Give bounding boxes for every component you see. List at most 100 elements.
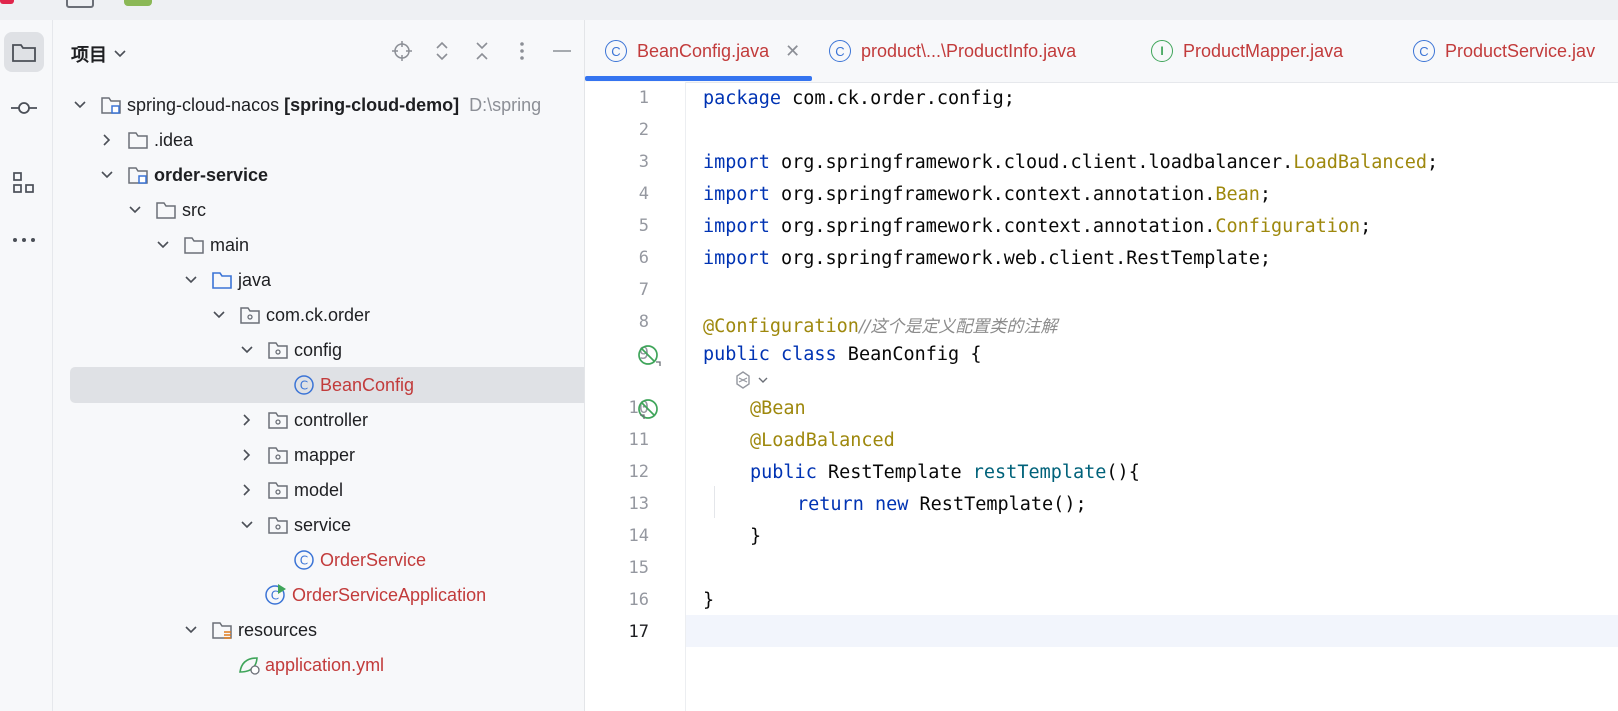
code-line-1[interactable]: package com.ck.order.config; [703, 88, 1015, 109]
tree-item-label: config [294, 339, 343, 360]
code-line-8[interactable]: @Configuration//这个是定义配置类的注解 [703, 312, 1057, 337]
chevron-down-icon[interactable] [154, 236, 172, 254]
code-token: Bean [1215, 184, 1260, 205]
collapse-icon [476, 42, 488, 60]
line-number: 1 [638, 88, 649, 108]
tree-item-label: .idea [154, 129, 194, 150]
project-badge-icon[interactable] [124, 0, 152, 6]
chevron-down-icon [758, 377, 768, 383]
tree-item-label: java [238, 269, 272, 290]
module-folder-icon [126, 164, 150, 186]
project-view-selector[interactable]: 项目 [71, 41, 127, 67]
code-line-3[interactable]: import org.springframework.cloud.client.… [703, 152, 1438, 173]
line-number: 7 [638, 280, 649, 300]
chevron-down-icon[interactable] [210, 306, 228, 324]
collapse-all-button[interactable] [471, 40, 493, 62]
code-token: (){ [1106, 462, 1140, 483]
tree-item-order-service[interactable]: order-service [53, 157, 628, 193]
chevron-down-icon[interactable] [126, 201, 144, 219]
code-token: public [750, 462, 817, 483]
line-number: 2 [638, 120, 649, 140]
code-line-5[interactable]: import org.springframework.context.annot… [703, 216, 1371, 237]
code-line-12[interactable]: public RestTemplate restTemplate(){ [750, 462, 1140, 483]
tab-productservice[interactable]: C ProductService.jav [1413, 20, 1595, 82]
project-panel-title: 项目 [71, 45, 107, 65]
spring-bean-gutter-icon[interactable] [637, 397, 661, 421]
chevron-down-icon[interactable] [182, 271, 200, 289]
tree-item-label: spring-cloud-nacos [127, 94, 280, 115]
code-token: class [780, 344, 837, 365]
locate-file-button[interactable] [391, 40, 413, 62]
close-icon[interactable]: ✕ [785, 41, 800, 62]
expand-icon [436, 41, 448, 61]
tree-item-label: service [294, 514, 352, 535]
code-token: org.springframework.context.annotation. [769, 184, 1216, 205]
indent-guide [714, 486, 715, 518]
code-line-16[interactable]: } [703, 590, 714, 611]
tree-item-label: resources [238, 619, 318, 640]
hide-panel-button[interactable] [551, 40, 573, 62]
chevron-down-icon[interactable] [238, 516, 256, 534]
main-menu-icon[interactable] [66, 0, 94, 8]
commit-tool-button[interactable] [4, 88, 44, 128]
tab-productinfo[interactable]: C product\...\ProductInfo.java [829, 20, 1076, 82]
tree-item-label: mapper [294, 444, 356, 465]
chevron-right-icon[interactable] [238, 446, 256, 464]
code-line-6[interactable]: import org.springframework.web.client.Re… [703, 248, 1271, 269]
tab-beanconfig[interactable]: C BeanConfig.java ✕ [605, 20, 800, 82]
chevron-down-icon[interactable] [98, 166, 116, 184]
code-token: import [703, 216, 770, 237]
code-line-9[interactable]: public class BeanConfig { [703, 344, 981, 365]
line-number: 4 [638, 184, 649, 204]
tree-item-label: order-service [154, 164, 269, 185]
package-icon [266, 479, 290, 501]
code-token: org.springframework.context.annotation. [769, 216, 1216, 237]
tree-item-project-root[interactable]: spring-cloud-nacos [spring-cloud-demo] D… [53, 87, 601, 123]
code-token: import [703, 152, 770, 173]
tab-productmapper[interactable]: I ProductMapper.java [1151, 20, 1343, 82]
tree-item-idea[interactable]: .idea [53, 122, 628, 158]
current-line-highlight [585, 615, 1618, 647]
tab-label: BeanConfig.java [637, 40, 770, 61]
spring-bean-gutter-icon[interactable] [637, 343, 661, 367]
package-icon [238, 304, 262, 326]
class-icon: C [1413, 40, 1435, 62]
code-line-10[interactable]: @Bean [750, 398, 806, 419]
tree-item-label: src [182, 199, 206, 220]
tree-item-label: controller [294, 409, 369, 430]
code-line-14[interactable]: } [750, 526, 761, 547]
code-line-4[interactable]: import org.springframework.context.annot… [703, 184, 1271, 205]
project-tool-button[interactable] [4, 32, 44, 72]
ai-assist-inlay[interactable] [733, 370, 769, 390]
line-number: 15 [628, 558, 649, 578]
chevron-down-icon[interactable] [182, 621, 200, 639]
tree-item-label: com.ck.order [266, 304, 371, 325]
package-icon [266, 339, 290, 361]
structure-tool-button[interactable] [4, 163, 44, 203]
package-icon [266, 409, 290, 431]
options-button[interactable] [511, 40, 533, 62]
chevron-right-icon[interactable] [98, 131, 116, 149]
folder-icon [12, 44, 36, 62]
chevron-right-icon[interactable] [238, 481, 256, 499]
line-number: 3 [638, 152, 649, 172]
tab-label: product\...\ProductInfo.java [861, 40, 1077, 61]
active-tab-indicator [585, 76, 812, 81]
crosshair-icon [392, 41, 412, 61]
code-line-11[interactable]: @LoadBalanced [750, 430, 895, 451]
tree-item-src[interactable]: src [53, 192, 656, 228]
code-token: @LoadBalanced [750, 430, 895, 451]
spring-boot-app-icon: C [264, 584, 288, 606]
expand-all-button[interactable] [431, 40, 453, 62]
code-token: BeanConfig { [836, 344, 982, 365]
code-token: ; [1360, 216, 1372, 237]
chevron-right-icon[interactable] [238, 411, 256, 429]
code-token: package [703, 88, 781, 109]
code-line-13[interactable]: return new RestTemplate(); [797, 494, 1087, 515]
tree-item-label: model [294, 479, 344, 500]
more-tools-button[interactable] [4, 220, 44, 260]
code-token: org.springframework.cloud.client.loadbal… [769, 152, 1294, 173]
chevron-down-icon[interactable] [238, 341, 256, 359]
chevron-down-icon[interactable] [71, 96, 89, 114]
svg-text:C: C [300, 379, 308, 393]
